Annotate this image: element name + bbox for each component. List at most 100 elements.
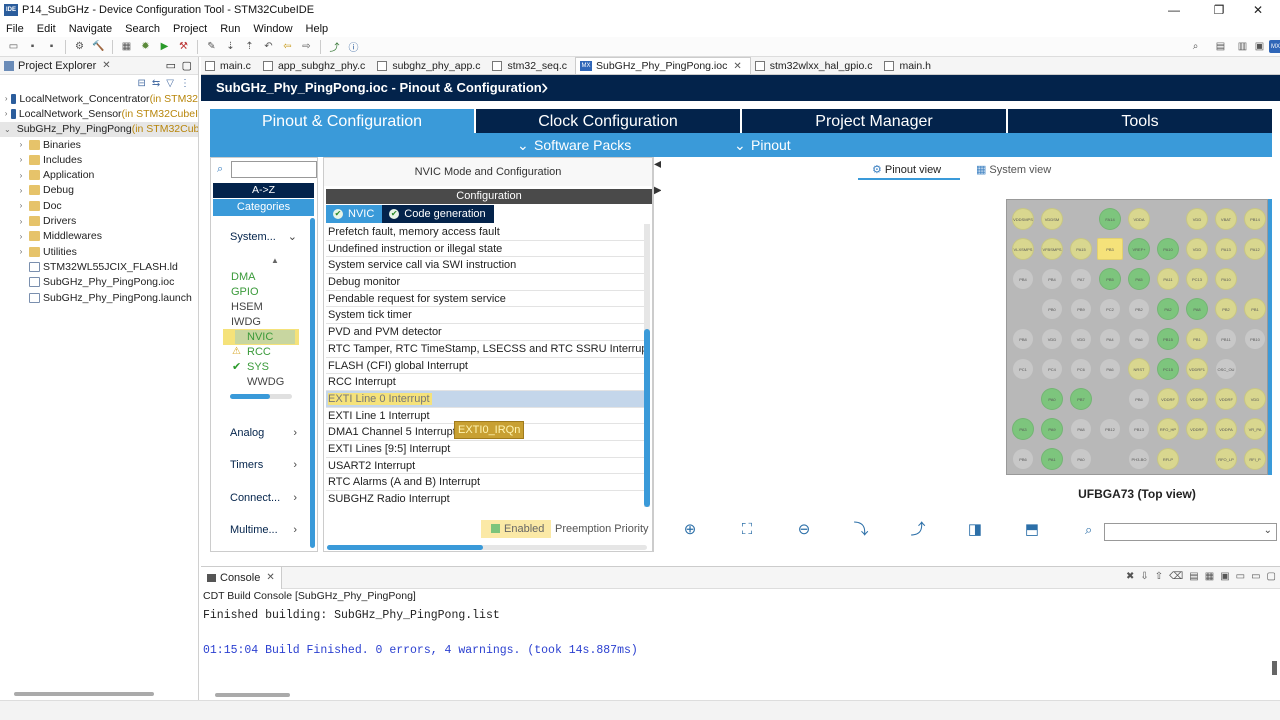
close-icon[interactable]: ✕	[733, 61, 741, 72]
quick-search-icon[interactable]: ⌕	[1189, 40, 1202, 53]
chevron-right-icon[interactable]: ›	[16, 217, 26, 226]
menu-search[interactable]: Search	[125, 23, 160, 35]
editor-tab[interactable]: main.c	[201, 57, 259, 74]
tree-item[interactable]: ⌄ SubGHz_Phy_PingPong (in STM32Cube	[0, 121, 198, 137]
pin[interactable]: VDDRF	[1157, 388, 1179, 410]
copy-icon[interactable]: ▤	[1189, 571, 1198, 582]
tree-item[interactable]: › LocalNetwork_Sensor (in STM32CubeI	[0, 106, 198, 121]
perspective-2-icon[interactable]: ▥	[1236, 40, 1249, 53]
pin[interactable]: VDDRF	[1186, 418, 1208, 440]
chip-package[interactable]: VDDSMPS VDDSM FA14 VDDA VDD VBAT PB14 VLXSMPS VF…	[1006, 199, 1268, 475]
pin[interactable]: PB1	[1244, 298, 1266, 320]
pin[interactable]: PA1	[1041, 448, 1063, 470]
pin[interactable]: PA6	[1099, 358, 1121, 380]
pin-search-select[interactable]: ⌄	[1104, 523, 1277, 541]
pin[interactable]: PB14	[1244, 208, 1266, 230]
pin[interactable]: PA0	[1070, 448, 1092, 470]
pin[interactable]: PA12	[1244, 238, 1266, 260]
tree-item[interactable]: › Doc	[0, 198, 198, 213]
close-icon[interactable]: ✕	[266, 572, 274, 583]
editor-tab[interactable]: main.h	[880, 57, 939, 74]
tab-project-manager[interactable]: Project Manager	[742, 109, 1006, 133]
pin[interactable]: VR_PA	[1244, 418, 1266, 440]
build-config-icon[interactable]: ⚙	[73, 40, 86, 53]
back-icon[interactable]: ⇦	[281, 40, 294, 53]
menu-project[interactable]: Project	[173, 23, 207, 35]
categories-scrollbar[interactable]	[310, 218, 315, 548]
category-dma[interactable]: DMA	[231, 270, 301, 284]
category-analog[interactable]: Analog ›	[219, 421, 301, 445]
interrupt-row[interactable]: EXTI Lines [9:5] Interrupt	[326, 441, 644, 458]
category-search-input[interactable]	[231, 161, 317, 178]
next-annotation-icon[interactable]: ⇣	[224, 40, 237, 53]
flip-horizontal-icon[interactable]: ◨	[964, 519, 986, 541]
chevron-right-icon[interactable]: ›	[16, 232, 26, 241]
forward-icon[interactable]: ⇨	[300, 40, 313, 53]
rotate-left-icon[interactable]: ⤴	[907, 519, 929, 541]
pin[interactable]: PB5	[1099, 268, 1121, 290]
pin[interactable]: RFI_P	[1244, 448, 1266, 470]
pin[interactable]: PA5	[1128, 268, 1150, 290]
tree-item[interactable]: › LocalNetwork_Concentrator (in STM32	[0, 91, 198, 106]
close-window-button[interactable]: ✕	[1235, 0, 1280, 20]
pin[interactable]: NRST	[1128, 358, 1150, 380]
flip-vertical-icon[interactable]: ⬒	[1021, 519, 1043, 541]
pin[interactable]: VDD	[1070, 328, 1092, 350]
tab-system-view[interactable]: ▦ System view	[976, 162, 1051, 180]
open-console-icon[interactable]: ▭	[1236, 571, 1245, 582]
interrupt-row[interactable]: System tick timer	[326, 307, 644, 325]
pin[interactable]: PA6	[1128, 328, 1150, 350]
tree-item[interactable]: › Utilities	[0, 244, 198, 259]
last-edit-icon[interactable]: ↶	[262, 40, 275, 53]
category-scrollbar[interactable]	[230, 394, 292, 399]
category-rcc[interactable]: RCC	[247, 345, 317, 359]
maximize-view-icon[interactable]: ▢	[1267, 571, 1276, 582]
interrupt-row[interactable]: System service call via SWI instruction	[326, 257, 644, 275]
pin[interactable]: PB1	[1186, 328, 1208, 350]
pin[interactable]: PB12	[1099, 418, 1121, 440]
view-menu-icon[interactable]: ⋮	[180, 78, 190, 89]
interrupt-scrollbar[interactable]	[644, 224, 650, 507]
pinout-menu[interactable]: Pinout	[751, 137, 791, 153]
interrupt-row[interactable]: Debug monitor	[326, 274, 644, 291]
run-icon[interactable]: ▶	[158, 40, 171, 53]
enabled-checkbox[interactable]: Enabled	[481, 520, 551, 538]
pin[interactable]: PA15	[1070, 238, 1092, 260]
minimize-view-icon[interactable]: ▭	[1251, 571, 1260, 582]
pin[interactable]: OSC_OU	[1215, 358, 1237, 380]
pin[interactable]: PB8	[1012, 328, 1034, 350]
pin[interactable]: PA10	[1157, 238, 1179, 260]
pin[interactable]: PC1	[1012, 358, 1034, 380]
category-iwdg[interactable]: IWDG	[231, 315, 301, 329]
tree-item[interactable]: › Drivers	[0, 213, 198, 228]
pin[interactable]: PB10	[1244, 328, 1266, 350]
pin[interactable]: PB3	[1097, 238, 1123, 260]
tree-item[interactable]: › Debug	[0, 183, 198, 198]
pin[interactable]: PB6	[1128, 388, 1150, 410]
category-system[interactable]: System... ⌄	[219, 225, 301, 249]
tree-item[interactable]: › Binaries	[0, 137, 198, 152]
pin[interactable]: VBAT	[1215, 208, 1237, 230]
explorer-hscrollbar[interactable]	[14, 692, 154, 696]
pin[interactable]: VDDSM	[1041, 208, 1063, 230]
pin[interactable]: PB15	[1157, 328, 1179, 350]
pin[interactable]: PB13	[1128, 418, 1150, 440]
editor-tab[interactable]: stm32_seq.c	[488, 57, 575, 74]
pinout-scrollbar[interactable]	[1268, 199, 1272, 475]
minimize-button[interactable]: —	[1151, 0, 1197, 20]
editor-tab[interactable]: app_subghz_phy.c	[259, 57, 373, 74]
fit-screen-icon[interactable]: ⛶	[736, 519, 758, 541]
collapse-all-icon[interactable]: ⊟	[138, 78, 146, 89]
menu-file[interactable]: File	[6, 23, 24, 35]
pin[interactable]: PC13	[1186, 268, 1208, 290]
external-tools-icon[interactable]: ⚒	[177, 40, 190, 53]
prev-annotation-icon[interactable]: ⇡	[243, 40, 256, 53]
new-icon[interactable]: ▭	[7, 40, 20, 53]
build-icon[interactable]: 🔨	[92, 40, 105, 53]
chevron-right-icon[interactable]: ›	[16, 247, 26, 256]
pin[interactable]: PH3-BO	[1128, 448, 1150, 470]
interrupt-row[interactable]: FLASH (CFI) global Interrupt	[326, 358, 644, 375]
pin[interactable]: PC15	[1157, 358, 1179, 380]
terminate-icon[interactable]: ✖	[1126, 571, 1134, 582]
category-sys[interactable]: SYS	[247, 360, 317, 374]
